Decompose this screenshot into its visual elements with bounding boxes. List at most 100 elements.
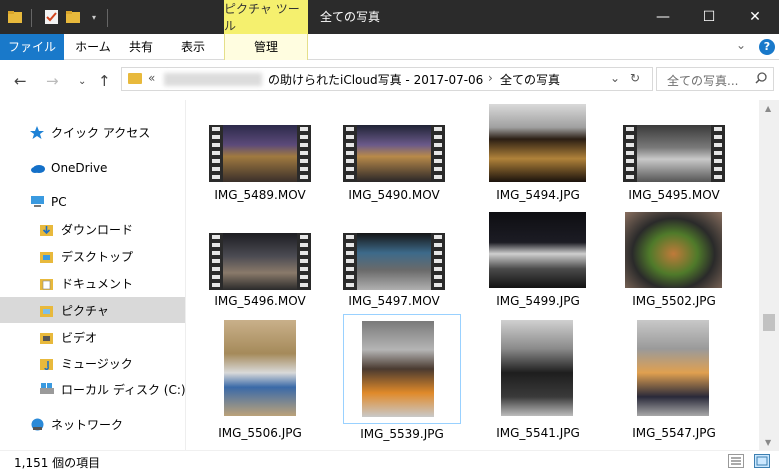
photo-thumbnail [362, 321, 434, 417]
recent-locations-icon[interactable]: ⌄ [78, 76, 86, 87]
redacted-path [164, 73, 262, 86]
file-tile-img-5502[interactable]: IMG_5502.JPG [615, 212, 733, 326]
file-tile-img-5495[interactable]: IMG_5495.MOV [615, 108, 733, 218]
search-placeholder: 全ての写真... [667, 74, 739, 88]
file-tile-img-5547[interactable]: IMG_5547.JPG [615, 314, 733, 440]
sidebar-item-label: ピクチャ [61, 303, 109, 318]
file-name: IMG_5497.MOV [348, 294, 440, 308]
close-button[interactable]: ✕ [732, 0, 778, 34]
sidebar-item-label: クイック アクセス [51, 125, 151, 140]
sidebar-item-videos[interactable]: ビデオ [0, 324, 185, 350]
toolbar-separator [107, 9, 108, 27]
file-name: IMG_5539.JPG [360, 427, 444, 441]
sidebar-item-label: OneDrive [51, 161, 108, 175]
tab-home[interactable]: ホーム [70, 34, 116, 60]
vertical-scrollbar[interactable]: ▲ ▼ [759, 100, 779, 450]
help-icon[interactable]: ? [759, 39, 775, 55]
file-tile-img-5496[interactable]: IMG_5496.MOV [201, 216, 319, 326]
new-folder-icon[interactable] [66, 9, 80, 25]
customize-toolbar-icon[interactable]: ▾ [88, 9, 100, 25]
ribbon-collapse-icon[interactable]: ⌄ [736, 38, 746, 52]
video-thumbnail [209, 233, 311, 290]
sidebar-item-pc[interactable]: PC [0, 189, 185, 215]
sidebar-item-quick-access[interactable]: クイック アクセス [0, 119, 185, 145]
drive-icon [40, 383, 54, 395]
file-name: IMG_5502.JPG [632, 294, 716, 308]
sidebar-item-music[interactable]: ミュージック [0, 350, 185, 376]
file-tile-img-5506[interactable]: IMG_5506.JPG [201, 314, 319, 440]
sidebar-item-documents[interactable]: ドキュメント [0, 270, 185, 296]
status-bar: 1,151 個の項目 [0, 450, 779, 472]
sidebar-item-pictures[interactable]: ピクチャ [0, 297, 185, 323]
file-tile-img-5497[interactable]: IMG_5497.MOV [335, 216, 453, 326]
address-dropdown-icon[interactable]: ⌄ [610, 71, 620, 85]
maximize-button[interactable]: ☐ [686, 0, 732, 34]
file-name: IMG_5541.JPG [496, 426, 580, 440]
navigation-pane: クイック アクセス OneDrive PC ダウンロード デスクトップ ドキュメ… [0, 100, 186, 450]
video-thumbnail [623, 125, 725, 182]
up-arrow-icon[interactable]: ↑ [98, 72, 111, 90]
file-tile-img-5541[interactable]: IMG_5541.JPG [479, 314, 597, 440]
scroll-up-icon[interactable]: ▲ [765, 104, 771, 113]
breadcrumb-separator-icon[interactable]: › [488, 71, 493, 85]
file-name: IMG_5547.JPG [632, 426, 716, 440]
tab-view[interactable]: 表示 [168, 34, 218, 60]
search-input[interactable]: 全ての写真... [656, 67, 774, 91]
tab-manage[interactable]: 管理 [224, 34, 308, 60]
sidebar-item-label: ローカル ディスク (C:) [61, 382, 186, 397]
sidebar-item-label: PC [51, 195, 67, 209]
photo-thumbnail [501, 320, 573, 416]
sidebar-item-network[interactable]: ネットワーク [0, 411, 185, 437]
sidebar-item-label: デスクトップ [61, 249, 134, 264]
file-name: IMG_5494.JPG [496, 188, 580, 202]
picture-tools-context-tab: ピクチャ ツール [224, 0, 308, 34]
sidebar-item-label: ドキュメント [61, 276, 134, 291]
large-icons-view-icon[interactable] [754, 454, 770, 468]
photo-thumbnail [489, 212, 586, 288]
download-folder-icon [40, 223, 54, 236]
breadcrumb-overflow[interactable]: « [148, 71, 155, 85]
sidebar-item-local-disk[interactable]: ローカル ディスク (C:) [0, 376, 186, 402]
file-tile-img-5499[interactable]: IMG_5499.JPG [479, 212, 597, 326]
file-name: IMG_5506.JPG [218, 426, 302, 440]
sidebar-item-downloads[interactable]: ダウンロード [0, 216, 185, 242]
folder-icon [8, 9, 22, 25]
breadcrumb-current[interactable]: 全ての写真 [500, 71, 560, 88]
breadcrumb-parent[interactable]: の助けられたiCloud写真 - 2017-07-06 [268, 71, 483, 88]
scrollbar-thumb[interactable] [763, 314, 775, 331]
forward-arrow-icon[interactable]: → [46, 72, 59, 90]
tab-share[interactable]: 共有 [118, 34, 164, 60]
tab-file[interactable]: ファイル [0, 34, 64, 60]
file-tile-img-5489[interactable]: IMG_5489.MOV [201, 108, 319, 218]
sidebar-item-label: ダウンロード [61, 222, 134, 237]
properties-icon[interactable] [44, 9, 58, 25]
toolbar-separator [31, 9, 32, 27]
search-icon[interactable] [755, 72, 767, 87]
video-thumbnail [209, 125, 311, 182]
network-icon [30, 418, 44, 431]
file-name: IMG_5489.MOV [214, 188, 306, 202]
video-thumbnail [343, 233, 445, 290]
file-tile-img-5490[interactable]: IMG_5490.MOV [335, 108, 453, 218]
cloud-icon [30, 162, 45, 174]
file-tile-img-5494[interactable]: IMG_5494.JPG [479, 104, 597, 218]
computer-icon [30, 196, 44, 208]
scroll-down-icon[interactable]: ▼ [765, 438, 771, 447]
sidebar-item-onedrive[interactable]: OneDrive [0, 155, 185, 181]
item-count: 1,151 個の項目 [14, 456, 101, 470]
file-tile-img-5539[interactable]: IMG_5539.JPG [343, 314, 461, 441]
file-name: IMG_5495.MOV [628, 188, 720, 202]
documents-folder-icon [40, 277, 54, 290]
file-name: IMG_5499.JPG [496, 294, 580, 308]
details-view-icon[interactable] [728, 454, 744, 468]
sidebar-item-desktop[interactable]: デスクトップ [0, 243, 185, 269]
star-icon [30, 126, 44, 139]
photo-thumbnail [489, 104, 586, 182]
address-bar[interactable]: « の助けられたiCloud写真 - 2017-07-06 › 全ての写真 ⌄ … [121, 67, 653, 91]
minimize-button[interactable]: — [640, 0, 686, 34]
back-arrow-icon[interactable]: ← [14, 72, 27, 90]
ribbon-tabs: ファイル ホーム 共有 表示 管理 ⌄ ? [0, 34, 779, 60]
refresh-icon[interactable]: ↻ [630, 71, 640, 85]
desktop-folder-icon [40, 250, 54, 263]
sidebar-item-label: ミュージック [61, 356, 133, 371]
